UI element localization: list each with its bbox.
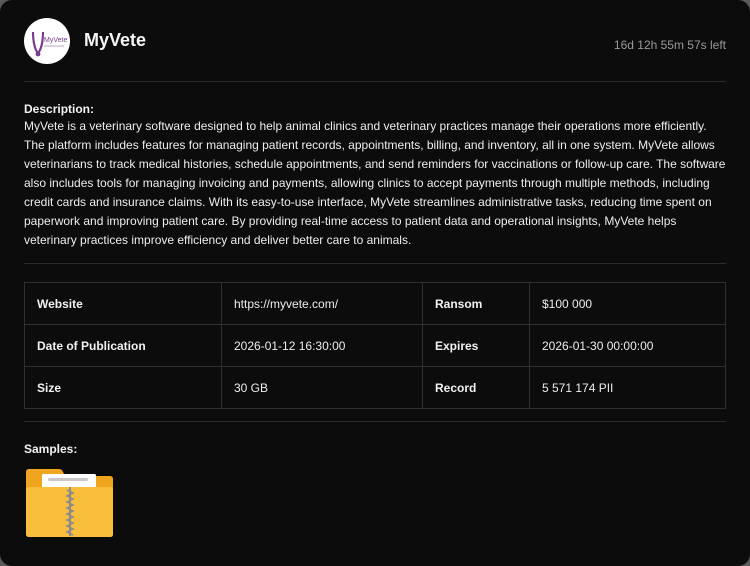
description-label: Description: [24,102,95,116]
description-section: Description: MyVete is a veterinary soft… [24,82,726,264]
description-text: MyVete is a veterinary software designed… [24,119,726,247]
countdown-timer: 16d 12h 55m 57s left [613,38,726,52]
publication-date-label: Date of Publication [24,324,222,367]
table-row: Date of Publication 2026-01-12 16:30:00 … [24,324,726,367]
ransom-value: $100 000 [529,282,726,325]
divider [24,421,726,422]
table-row: Website https://myvete.com/ Ransom $100 … [24,282,726,325]
page-title: MyVete [84,30,147,50]
samples-label: Samples: [24,442,78,456]
size-value: 30 GB [221,366,423,409]
expires-value: 2026-01-30 00:00:00 [529,324,726,367]
website-label: Website [24,282,222,325]
publication-date-value: 2026-01-12 16:30:00 [221,324,423,367]
expires-label: Expires [422,324,530,367]
leak-card: MyVete MyVete 16d 12h 55m 57s left Descr… [0,0,750,566]
record-value: 5 571 174 PII [529,366,726,409]
info-table: Website https://myvete.com/ Ransom $100 … [24,282,726,409]
record-label: Record [422,366,530,409]
logo-text: MyVete [44,37,67,44]
header: MyVete MyVete 16d 12h 55m 57s left [24,0,726,82]
ransom-label: Ransom [422,282,530,325]
website-link[interactable]: https://myvete.com/ [221,282,423,325]
zip-folder-icon[interactable] [24,468,114,538]
size-label: Size [24,366,222,409]
table-row: Size 30 GB Record 5 571 174 PII [24,366,726,409]
company-logo: MyVete [24,17,70,64]
